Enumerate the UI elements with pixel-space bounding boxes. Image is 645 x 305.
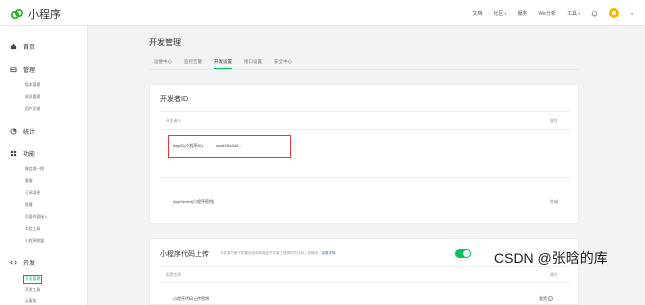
col-header-op: 操作	[550, 273, 558, 277]
nav-docs[interactable]: 文档	[472, 10, 482, 17]
app-title: 小程序	[28, 9, 61, 21]
manage-icon	[10, 67, 17, 73]
top-nav: 文档 社区▾ 服务 We分析 工具▾ ▾	[472, 0, 633, 26]
reset-key-link[interactable]: 重置?	[539, 296, 553, 302]
sidebar-item-dev-manage[interactable]: 开发管理	[23, 275, 43, 284]
stats-icon	[10, 128, 17, 135]
view-details-link[interactable]: 查看详情	[322, 251, 336, 255]
chevron-down-icon: ▾	[504, 10, 507, 16]
sidebar-item-stats[interactable]: 统计	[10, 127, 35, 136]
chevron-down-icon: ▾	[577, 10, 580, 16]
upload-key-label: 小程序代码上传密钥	[173, 296, 209, 301]
upload-toggle[interactable]	[455, 249, 471, 258]
tab-security-center[interactable]: 安全中心	[274, 59, 292, 69]
appid-value[interactable]: wxaf1f8c2d9...	[216, 143, 242, 148]
sidebar-item-subscribe-message[interactable]: 订阅消息	[25, 191, 40, 196]
developer-id-card: 开发者ID 开发者ID 操作 AppID(小程序ID) wxaf1f8c2d9.…	[149, 84, 579, 224]
sidebar-item-home[interactable]: 首页	[10, 42, 35, 51]
divider	[160, 129, 570, 130]
col-header-op: 操作	[550, 119, 558, 123]
sidebar-item-version-manage[interactable]: 版本管理	[25, 83, 40, 88]
code-upload-hint: 开发者可基于配置信息调用微信开发者工具提供的代码上传模块。查看详情	[220, 251, 336, 255]
developer-id-title: 开发者ID	[160, 96, 188, 103]
home-icon	[10, 43, 17, 50]
sidebar-item-dev[interactable]: 开发	[10, 258, 35, 267]
features-icon	[10, 150, 17, 157]
miniprogram-logo-icon	[10, 8, 24, 20]
top-bar: 小程序 文档 社区▾ 服务 We分析 工具▾ ▾	[0, 0, 645, 26]
divider	[160, 111, 570, 112]
col-header-developer-id: 开发者ID	[166, 119, 182, 123]
sidebar-item-mini-alliance[interactable]: 小程序联盟	[25, 239, 44, 244]
watermark: CSDN @张晗的库	[494, 250, 608, 266]
divider	[160, 177, 570, 178]
sidebar-item-features[interactable]: 功能	[10, 149, 35, 158]
appid-label: AppID(小程序ID)	[173, 143, 203, 148]
sidebar-item-dev-tools[interactable]: 开发工具	[25, 288, 40, 293]
tab-bar: 运维中心 监控告警 开发设置 接口设置 安全中心	[154, 59, 292, 69]
divider	[160, 282, 570, 283]
tab-ops-center[interactable]: 运维中心	[154, 59, 172, 69]
tab-monitor-alerts[interactable]: 监控告警	[184, 59, 202, 69]
page-title: 开发管理	[149, 38, 181, 47]
nav-services[interactable]: 服务	[518, 10, 528, 17]
tabs-divider	[149, 69, 579, 70]
col-header-config: 配置信息	[166, 273, 182, 277]
nav-tools[interactable]: 工具▾	[567, 10, 580, 17]
tab-api-settings[interactable]: 接口设置	[244, 59, 262, 69]
sidebar-item-wechat-search[interactable]: 微信搜一搜	[25, 167, 44, 172]
dev-icon	[10, 260, 17, 265]
sidebar-item-page-content[interactable]: 页面内容接入	[25, 215, 48, 220]
sidebar-item-user-feedback[interactable]: 用户反馈	[25, 107, 40, 112]
tab-dev-settings[interactable]: 开发设置	[214, 59, 232, 69]
sidebar-item-manage[interactable]: 管理	[10, 65, 35, 74]
help-icon[interactable]: ?	[548, 296, 553, 301]
code-upload-title: 小程序代码上传	[160, 251, 209, 258]
sidebar-item-member-manage[interactable]: 成员管理	[25, 95, 40, 100]
app-logo[interactable]: 小程序	[10, 6, 61, 22]
sidebar-item-live[interactable]: 直播	[25, 203, 33, 208]
nav-community[interactable]: 社区▾	[493, 10, 506, 17]
appsecret-label: AppSecret(小程序密钥)	[173, 199, 215, 204]
avatar[interactable]	[608, 8, 619, 18]
sidebar: 首页 管理 版本管理 成员管理 用户反馈 统计 功能 微信搜一搜 客服 订阅消息…	[0, 26, 88, 305]
generate-secret-link[interactable]: 生成	[550, 199, 558, 205]
sidebar-item-customer-service[interactable]: 客服	[25, 179, 33, 184]
nav-we-analytics[interactable]: We分析	[539, 10, 556, 17]
bell-icon[interactable]	[591, 10, 598, 17]
sidebar-item-experiment-tools[interactable]: 实验工具	[25, 227, 40, 232]
sidebar-item-cloud-service[interactable]: 云服务	[25, 299, 36, 304]
chevron-down-icon[interactable]: ▾	[631, 11, 633, 16]
